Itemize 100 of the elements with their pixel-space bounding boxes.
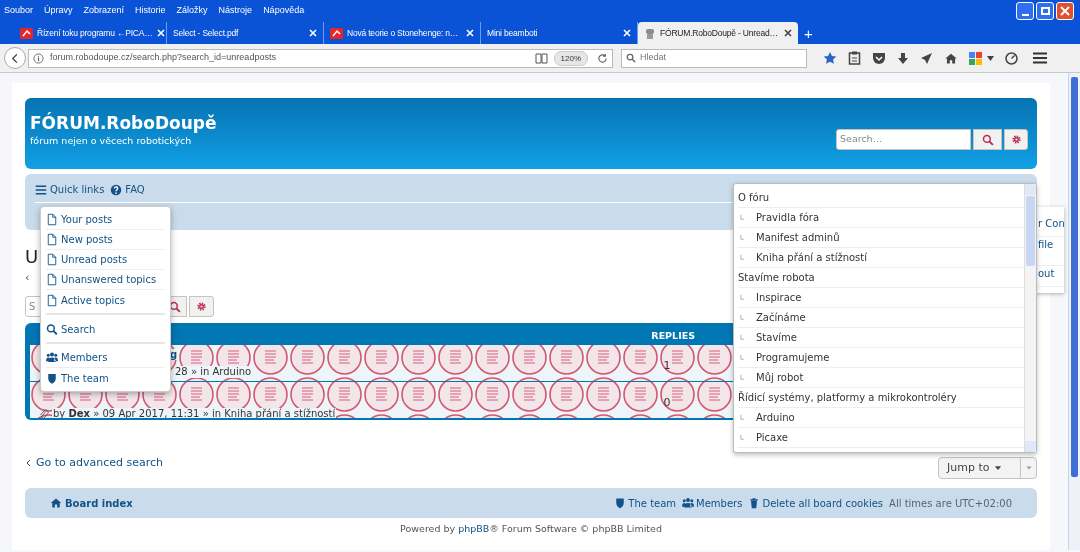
- minimize-button[interactable]: [1016, 2, 1034, 20]
- page-icon: [46, 293, 58, 307]
- search-icon: [46, 322, 58, 336]
- forum-option[interactable]: Stavíme: [756, 330, 797, 345]
- menu-item[interactable]: Záložky: [176, 4, 208, 18]
- trash-icon: [748, 497, 761, 509]
- help-icon: [110, 183, 123, 196]
- quick-link[interactable]: The team: [61, 370, 109, 386]
- quick-link[interactable]: Members: [61, 350, 108, 365]
- close-tab-icon[interactable]: [784, 29, 792, 37]
- footer-link[interactable]: The team: [628, 495, 677, 511]
- browser-tab[interactable]: FÓRUM.RoboDoupě - Unread…: [638, 22, 798, 44]
- search-field[interactable]: Search…: [836, 129, 971, 150]
- board-index-link[interactable]: Board index: [65, 495, 133, 511]
- pocket-icon[interactable]: [872, 51, 886, 65]
- column-header: REPLIES: [651, 329, 695, 343]
- maximize-button[interactable]: [1036, 2, 1054, 20]
- back-link[interactable]: ‹: [25, 270, 30, 286]
- forum-option[interactable]: Řídicí systémy, platformy a mikrokontroléry: [738, 390, 957, 405]
- forum-option[interactable]: Kniha přání a stížností: [756, 250, 868, 265]
- forum-option[interactable]: O fóru: [738, 190, 770, 205]
- jump-to-button[interactable]: Jump to: [938, 457, 1037, 479]
- forum-option[interactable]: Picaxe: [756, 430, 788, 445]
- forum-option[interactable]: Manifest adminů: [756, 230, 840, 245]
- subforum-indent-icon: [738, 333, 747, 342]
- faq-link[interactable]: FAQ: [125, 182, 145, 197]
- advanced-search-link[interactable]: Go to advanced search: [36, 455, 164, 472]
- zoom-level[interactable]: 120%: [553, 50, 588, 66]
- forum-option[interactable]: Začínáme: [756, 310, 806, 325]
- reload-icon[interactable]: [597, 52, 608, 64]
- timezone-text: All times are UTC+02:00: [889, 496, 1012, 511]
- forum-option[interactable]: Stavíme robota: [738, 270, 815, 285]
- footer-link[interactable]: Members: [696, 495, 743, 511]
- forum-option[interactable]: Inspirace: [756, 290, 802, 305]
- tab-title: Nová teorie o Stonehenge: n…: [347, 26, 460, 40]
- quick-link[interactable]: Search: [61, 321, 96, 337]
- page-title: U: [25, 245, 39, 269]
- home-icon: [50, 497, 62, 509]
- menu-link[interactable]: r Con: [1038, 218, 1065, 229]
- quick-link[interactable]: Unanswered topics: [61, 272, 157, 287]
- phpbb-link[interactable]: phpBB: [458, 523, 490, 534]
- quick-link[interactable]: Active topics: [61, 292, 125, 308]
- url-field[interactable]: forum.robodoupe.cz/search.php?search_id=unreadposts 120%: [28, 48, 613, 68]
- menu-link[interactable]: out: [1038, 268, 1055, 279]
- home-icon[interactable]: [944, 51, 958, 65]
- extension-icon[interactable]: [969, 51, 982, 65]
- shield-icon: [614, 497, 627, 509]
- back-button[interactable]: [4, 47, 26, 69]
- list-scrollbar[interactable]: [1024, 184, 1036, 452]
- paperclip-icon: [38, 408, 49, 418]
- url-text: forum.robodoupe.cz/search.php?search_id=unreadposts: [50, 51, 277, 65]
- subforum-indent-icon: [738, 213, 747, 222]
- menu-item[interactable]: Nápověda: [263, 4, 305, 18]
- subforum-indent-icon: [738, 373, 747, 382]
- site-logo-icon: [20, 27, 33, 39]
- tab-title: FÓRUM.RoboDoupě - Unread…: [660, 26, 779, 40]
- new-tab-button[interactable]: +: [804, 25, 813, 41]
- clipboard-icon[interactable]: [848, 51, 861, 65]
- menu-icon: [35, 183, 47, 196]
- download-icon[interactable]: [897, 51, 909, 65]
- page-icon: [46, 273, 58, 286]
- quick-links-link[interactable]: Quick links: [50, 182, 105, 197]
- menu-item[interactable]: Zobrazení: [83, 4, 125, 18]
- reply-count: 1: [662, 358, 672, 374]
- forum-option[interactable]: Můj robot: [756, 370, 804, 385]
- close-button[interactable]: [1056, 2, 1074, 20]
- site-logo-icon: [330, 27, 343, 39]
- send-icon[interactable]: [920, 51, 933, 65]
- quick-link[interactable]: Unread posts: [61, 252, 128, 267]
- advanced-search-button[interactable]: [1004, 129, 1028, 150]
- reader-view-icon[interactable]: [534, 52, 548, 64]
- menu-item[interactable]: Historie: [135, 4, 166, 18]
- subforum-indent-icon: [738, 293, 747, 302]
- advanced-search-button[interactable]: [189, 296, 214, 317]
- forum-option[interactable]: Arduino: [756, 410, 795, 425]
- quick-link[interactable]: Your posts: [61, 212, 113, 227]
- menu-item[interactable]: Soubor: [4, 4, 34, 18]
- bookmark-star-icon[interactable]: [823, 51, 837, 65]
- menu-item[interactable]: Úpravy: [44, 4, 73, 18]
- forum-option[interactable]: Programujeme: [756, 350, 830, 365]
- gauge-icon[interactable]: [1005, 51, 1018, 65]
- menu-item[interactable]: Nástroje: [218, 4, 253, 18]
- robot-icon: [644, 26, 656, 40]
- caret-icon[interactable]: [987, 55, 994, 61]
- menu-icon[interactable]: [1033, 52, 1047, 64]
- quick-link[interactable]: New posts: [61, 232, 113, 247]
- site-title[interactable]: FÓRUM.RoboDoupě: [30, 112, 217, 135]
- topic-meta: 28 » in Arduino: [174, 366, 253, 378]
- menu-link[interactable]: file: [1038, 239, 1054, 250]
- search-placeholder: Hledat: [640, 51, 666, 65]
- search-button[interactable]: [973, 129, 1002, 150]
- forum-option[interactable]: Pravidla fóra: [756, 210, 820, 225]
- subforum-indent-icon: [738, 253, 747, 262]
- search-icon: [168, 300, 181, 313]
- browser-search-field[interactable]: Hledat: [621, 48, 807, 68]
- gear-icon: [196, 301, 207, 312]
- page-icon: [46, 233, 58, 246]
- page-scrollbar[interactable]: [1068, 73, 1080, 550]
- subforum-indent-icon: [738, 433, 747, 442]
- footer-link[interactable]: Delete all board cookies: [762, 495, 884, 511]
